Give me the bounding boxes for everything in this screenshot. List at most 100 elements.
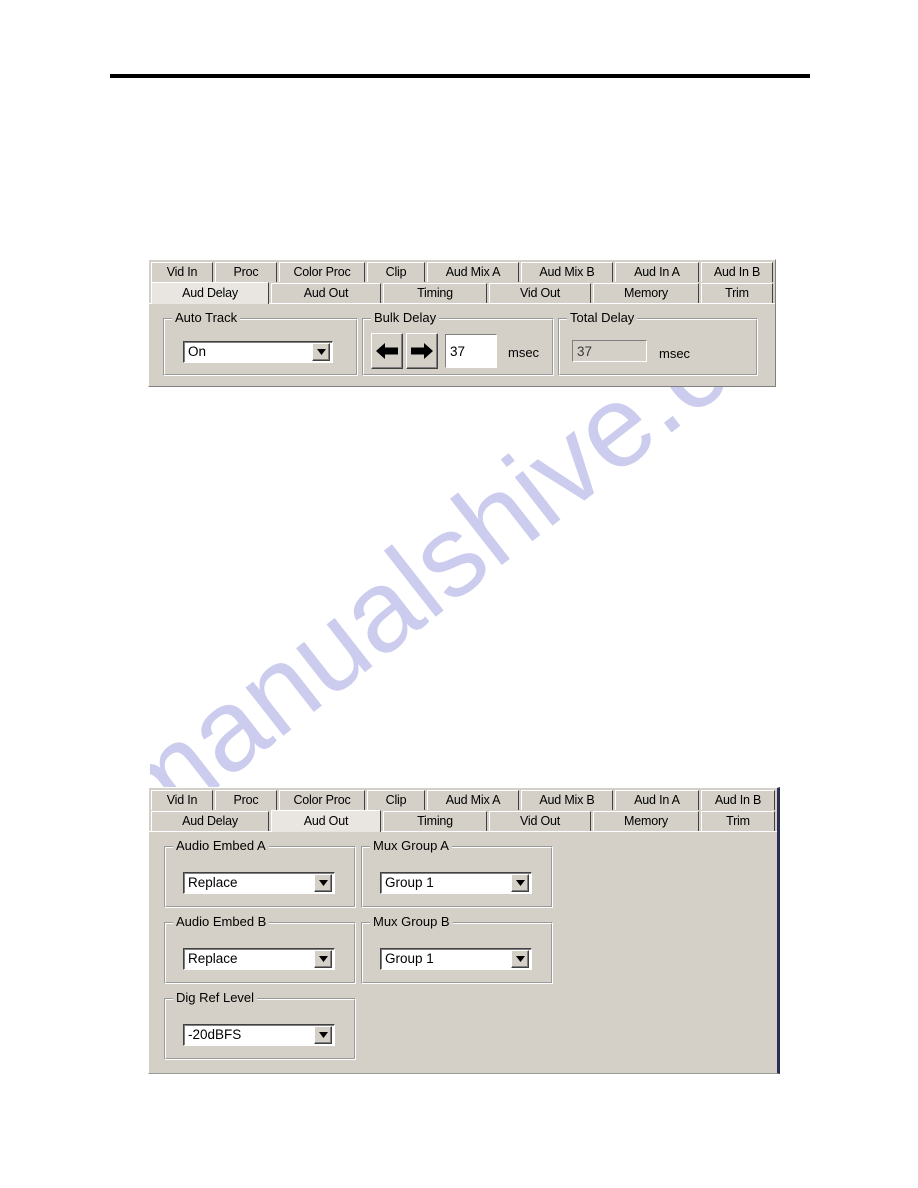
arrow-left-icon[interactable] xyxy=(371,333,403,369)
tab-label: Aud In B xyxy=(713,265,761,280)
tab-vid-in[interactable]: Vid In xyxy=(151,262,213,282)
tab-clip[interactable]: Clip xyxy=(367,790,425,810)
chevron-down-icon[interactable] xyxy=(314,874,332,892)
tab-label: Aud In A xyxy=(634,793,680,808)
tab-aud-mix-a[interactable]: Aud Mix A xyxy=(427,790,519,810)
tab-aud-in-a[interactable]: Aud In A xyxy=(615,790,699,810)
tab-aud-in-b[interactable]: Aud In B xyxy=(701,790,775,810)
mux-group-b-group-title: Mux Group B xyxy=(370,915,453,929)
tab-memory[interactable]: Memory xyxy=(593,811,699,831)
total-delay-value: 37 xyxy=(577,343,593,359)
tab-memory[interactable]: Memory xyxy=(593,283,699,303)
chevron-down-icon[interactable] xyxy=(314,1026,332,1044)
mux-group-a-value: Group 1 xyxy=(385,876,434,890)
aud-out-tab-page: Audio Embed A Replace Mux Group A Group … xyxy=(149,831,777,1072)
tab-label: Aud Delay xyxy=(182,814,238,829)
tab-label: Vid In xyxy=(166,793,198,808)
bulk-delay-group-title: Bulk Delay xyxy=(371,311,440,325)
total-delay-readout: 37 xyxy=(572,340,647,362)
page-header-rule xyxy=(110,74,810,78)
bulk-delay-group: Bulk Delay 37 msec xyxy=(362,311,554,376)
bulk-delay-input[interactable]: 37 xyxy=(445,334,497,368)
tab-aud-out[interactable]: Aud Out xyxy=(271,810,381,832)
tab-label: Aud In B xyxy=(714,793,762,808)
tab-label: Aud In A xyxy=(634,265,680,280)
tab-label: Aud Mix B xyxy=(539,793,595,808)
audio-embed-a-group-title: Audio Embed A xyxy=(173,839,269,853)
tab-vid-out[interactable]: Vid Out xyxy=(489,811,591,831)
tab-label: Vid In xyxy=(166,265,198,280)
chevron-down-icon[interactable] xyxy=(314,950,332,968)
tab-label: Vid Out xyxy=(519,286,561,301)
auto-track-combo[interactable]: On xyxy=(183,341,333,363)
total-delay-units: msec xyxy=(659,346,691,361)
chevron-down-icon[interactable] xyxy=(511,950,529,968)
chevron-down-icon[interactable] xyxy=(312,343,330,361)
tab-label: Aud Out xyxy=(303,286,349,301)
tab-label: Proc xyxy=(233,265,259,280)
tab-proc[interactable]: Proc xyxy=(215,262,277,282)
audio-embed-b-value: Replace xyxy=(188,952,238,966)
bulk-delay-units: msec xyxy=(508,345,540,360)
tab-aud-in-a[interactable]: Aud In A xyxy=(615,262,699,282)
aud-delay-dialog: Vid In Proc Color Proc Clip Aud Mix A Au… xyxy=(148,259,776,387)
audio-embed-b-combo[interactable]: Replace xyxy=(183,948,335,970)
tab-label: Timing xyxy=(417,814,453,829)
tab-label: Aud Delay xyxy=(182,286,238,301)
audio-embed-b-group: Audio Embed B Replace xyxy=(164,915,356,984)
tab-label: Color Proc xyxy=(293,265,351,280)
auto-track-value: On xyxy=(188,345,207,359)
tab-label: Color Proc xyxy=(293,793,351,808)
tab-aud-out[interactable]: Aud Out xyxy=(271,283,381,303)
tab-strip-row-2: Aud Delay Aud Out Timing Vid Out Memory … xyxy=(149,282,775,304)
tab-label: Aud Mix A xyxy=(445,793,501,808)
audio-embed-a-combo[interactable]: Replace xyxy=(183,872,335,894)
tab-label: Clip xyxy=(385,793,407,808)
tab-color-proc[interactable]: Color Proc xyxy=(279,262,365,282)
tab-aud-mix-b[interactable]: Aud Mix B xyxy=(521,790,613,810)
tab-label: Vid Out xyxy=(519,814,561,829)
tab-trim[interactable]: Trim xyxy=(701,811,775,831)
tab-aud-in-b[interactable]: Aud In B xyxy=(701,262,773,282)
tab-aud-mix-b[interactable]: Aud Mix B xyxy=(521,262,613,282)
tab-label: Trim xyxy=(726,814,750,829)
tab-label: Memory xyxy=(624,814,668,829)
mux-group-a-group: Mux Group A Group 1 xyxy=(361,839,553,908)
dig-ref-level-group-title: Dig Ref Level xyxy=(173,991,258,1005)
tab-label: Aud Mix A xyxy=(445,265,501,280)
mux-group-a-combo[interactable]: Group 1 xyxy=(380,872,532,894)
total-delay-group: Total Delay 37 msec xyxy=(558,311,758,376)
tab-proc[interactable]: Proc xyxy=(215,790,277,810)
tab-color-proc[interactable]: Color Proc xyxy=(279,790,365,810)
mux-group-b-combo[interactable]: Group 1 xyxy=(380,948,532,970)
dig-ref-level-combo[interactable]: -20dBFS xyxy=(183,1024,335,1046)
audio-embed-a-value: Replace xyxy=(188,876,238,890)
chevron-down-icon[interactable] xyxy=(511,874,529,892)
dig-ref-level-value: -20dBFS xyxy=(188,1028,242,1042)
aud-delay-tab-page: Auto Track On Bulk Delay 37 msec Total D… xyxy=(149,303,775,384)
mux-group-b-value: Group 1 xyxy=(385,952,434,966)
tab-aud-delay[interactable]: Aud Delay xyxy=(151,811,269,831)
tab-timing[interactable]: Timing xyxy=(383,811,487,831)
audio-embed-b-group-title: Audio Embed B xyxy=(173,915,270,929)
tab-trim[interactable]: Trim xyxy=(701,283,773,303)
tab-vid-in[interactable]: Vid In xyxy=(151,790,213,810)
tab-label: Aud Out xyxy=(303,814,349,829)
tab-vid-out[interactable]: Vid Out xyxy=(489,283,591,303)
tab-label: Clip xyxy=(385,265,407,280)
tab-strip-row-2: Aud Delay Aud Out Timing Vid Out Memory … xyxy=(149,810,777,832)
tab-clip[interactable]: Clip xyxy=(367,262,425,282)
tab-timing[interactable]: Timing xyxy=(383,283,487,303)
mux-group-a-group-title: Mux Group A xyxy=(370,839,452,853)
bulk-delay-value: 37 xyxy=(450,343,466,359)
dig-ref-level-group: Dig Ref Level -20dBFS xyxy=(164,991,356,1060)
tab-aud-delay[interactable]: Aud Delay xyxy=(151,282,269,304)
auto-track-group-title: Auto Track xyxy=(172,311,241,325)
arrow-right-icon[interactable] xyxy=(406,333,438,369)
tab-aud-mix-a[interactable]: Aud Mix A xyxy=(427,262,519,282)
tab-strip-row-1: Vid In Proc Color Proc Clip Aud Mix A Au… xyxy=(149,789,777,810)
tab-label: Proc xyxy=(233,793,259,808)
audio-embed-a-group: Audio Embed A Replace xyxy=(164,839,356,908)
aud-out-dialog: Vid In Proc Color Proc Clip Aud Mix A Au… xyxy=(148,787,780,1074)
mux-group-b-group: Mux Group B Group 1 xyxy=(361,915,553,984)
